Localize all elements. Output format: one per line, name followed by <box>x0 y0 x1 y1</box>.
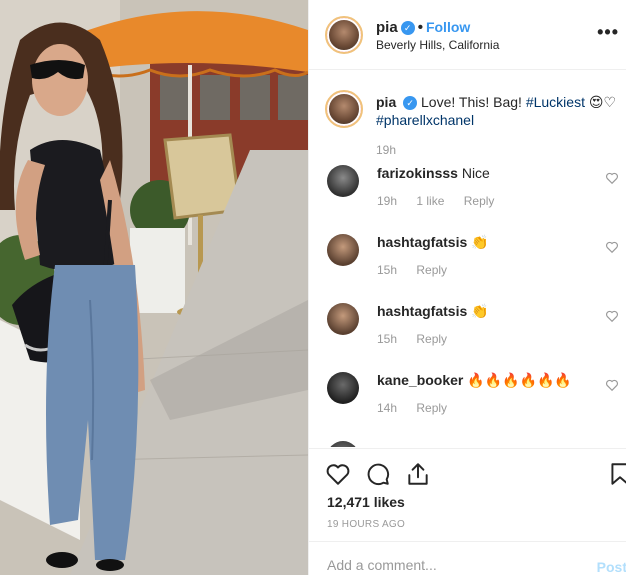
hashtag-pharellxchanel[interactable]: #pharellxchanel <box>376 112 474 128</box>
comment-body: hashtagfatsis 👏 <box>377 234 489 251</box>
comment-text: 👏 <box>471 303 489 319</box>
add-comment-bar: Post <box>309 541 626 575</box>
post-side-panel: pia ✓ • Follow Beverly Hills, California ••… <box>308 0 626 575</box>
verified-icon: ✓ <box>400 21 415 36</box>
comment-body: kane_booker 🔥🔥🔥🔥🔥🔥 <box>377 372 572 389</box>
comment-text: 🔥🔥🔥🔥🔥🔥 <box>467 372 572 388</box>
likes-count[interactable]: 12,471 likes <box>327 494 405 510</box>
reply-button[interactable]: Reply <box>464 194 495 208</box>
caption: pia ✓ Love! This! Bag! #Luckiest 😍♡ #pha… <box>376 93 622 129</box>
caption-avatar[interactable] <box>325 90 363 128</box>
bookmark-icon[interactable] <box>607 461 626 487</box>
comment-row: farizokinsss Nice 19h 1 like Reply <box>309 165 626 234</box>
author-username[interactable]: pia <box>376 19 398 36</box>
caption-avatar-image <box>327 92 361 126</box>
reply-button[interactable]: Reply <box>416 332 447 346</box>
post-actions: 12,471 likes 19 HOURS AGO Post <box>309 448 626 575</box>
reply-button[interactable]: Reply <box>416 401 447 415</box>
comment-body: hashtagfatsis 👏 <box>377 303 489 320</box>
heart-icon[interactable] <box>325 461 351 487</box>
commenter-avatar[interactable] <box>327 165 359 197</box>
comment-meta: 19h 1 like Reply <box>377 194 510 208</box>
photo-illustration <box>0 0 308 575</box>
comment-row: hashtagfatsis 👏 15h Reply <box>309 303 626 372</box>
post-header: pia ✓ • Follow Beverly Hills, California ••… <box>309 0 626 70</box>
heart-icon[interactable] <box>605 240 619 254</box>
comment-time[interactable]: 19h <box>377 194 397 208</box>
commenter-username[interactable]: hashtagfatsis <box>377 234 467 250</box>
hashtag-luckiest[interactable]: #Luckiest <box>526 94 585 110</box>
comments-list[interactable]: pia ✓ Love! This! Bag! #Luckiest 😍♡ #pha… <box>309 71 626 447</box>
commenter-username[interactable]: kane_booker <box>377 372 463 388</box>
heart-icon[interactable] <box>605 378 619 392</box>
comment-text: Nice <box>461 165 490 181</box>
commenter-avatar[interactable] <box>327 372 359 404</box>
comment-text: 👏 <box>471 234 489 250</box>
comment-time[interactable]: 14h <box>377 401 397 415</box>
comment-meta: 14h Reply <box>377 401 463 415</box>
commenter-avatar[interactable] <box>327 303 359 335</box>
heart-icon[interactable] <box>605 171 619 185</box>
post-photo[interactable] <box>0 0 308 575</box>
separator-dot: • <box>417 19 423 36</box>
author-avatar-image <box>327 18 361 52</box>
verified-icon: ✓ <box>403 96 418 111</box>
author-avatar[interactable] <box>325 16 363 54</box>
post-comment-button[interactable]: Post <box>597 559 626 575</box>
comment-meta: 15h Reply <box>377 263 463 277</box>
comment-time[interactable]: 15h <box>377 263 397 277</box>
comment-icon[interactable] <box>365 461 391 487</box>
commenter-avatar[interactable] <box>327 441 359 447</box>
post-timestamp[interactable]: 19 HOURS AGO <box>327 519 405 530</box>
share-icon[interactable] <box>405 461 431 487</box>
caption-emoji: 😍♡ <box>588 94 617 110</box>
comment-row: kane_booker 🔥🔥🔥🔥🔥🔥 14h Reply <box>309 372 626 441</box>
follow-button[interactable]: Follow <box>426 19 470 35</box>
heart-icon[interactable] <box>605 309 619 323</box>
comment-meta: 15h Reply <box>377 332 463 346</box>
author-line: pia ✓ • Follow <box>376 19 470 36</box>
caption-text: Love! This! Bag! <box>421 94 522 110</box>
location-link[interactable]: Beverly Hills, California <box>376 38 499 52</box>
commenter-username[interactable]: hashtagfatsis <box>377 303 467 319</box>
comment-row: hashtagfatsis 👏 15h Reply <box>309 234 626 303</box>
reply-button[interactable]: Reply <box>416 263 447 277</box>
commenter-avatar[interactable] <box>327 234 359 266</box>
comment-body: farizokinsss Nice <box>377 165 490 181</box>
commenter-username[interactable]: farizokinsss <box>377 165 458 181</box>
more-icon[interactable]: ••• <box>597 22 619 43</box>
caption-username[interactable]: pia <box>376 94 396 110</box>
caption-timestamp[interactable]: 19h <box>376 143 396 157</box>
comment-likes[interactable]: 1 like <box>416 194 444 208</box>
add-comment-input[interactable] <box>327 557 567 573</box>
comment-time[interactable]: 15h <box>377 332 397 346</box>
